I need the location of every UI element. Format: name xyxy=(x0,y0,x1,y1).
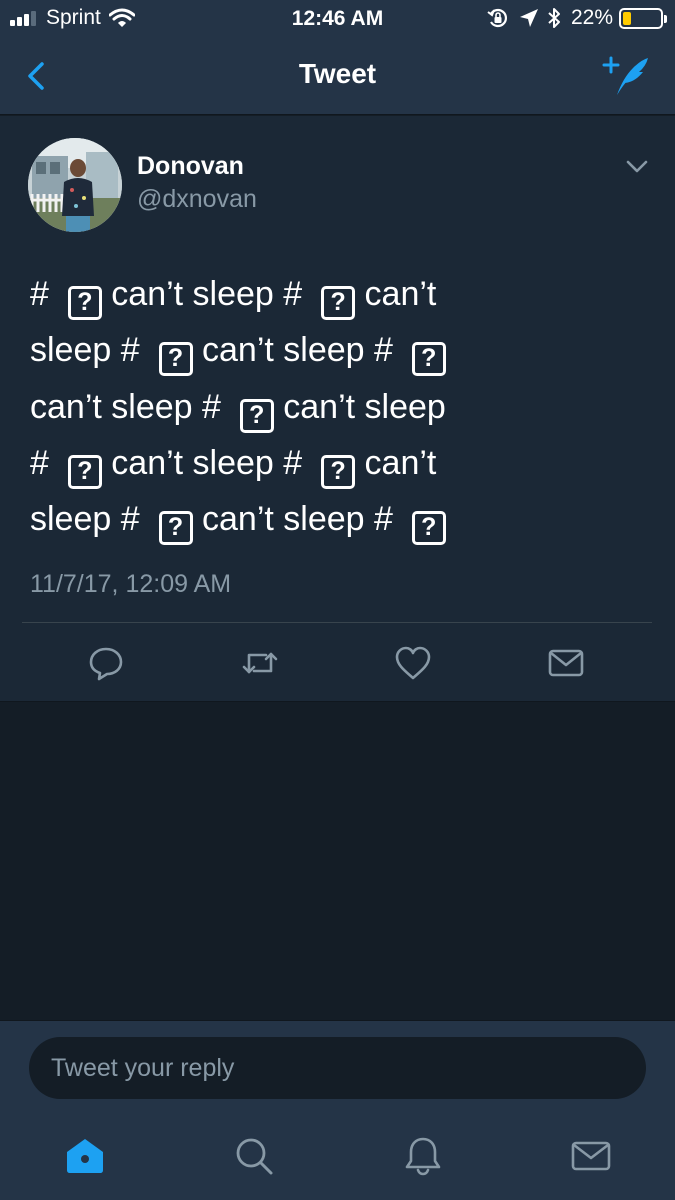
rotation-lock-icon xyxy=(487,8,507,28)
divider xyxy=(22,622,652,623)
tab-search[interactable] xyxy=(232,1134,276,1178)
unknown-glyph-icon: ? xyxy=(411,342,446,377)
share-dm-button[interactable] xyxy=(546,643,586,683)
home-icon xyxy=(67,1139,103,1173)
reply-button[interactable] xyxy=(86,643,126,683)
status-right: 22% xyxy=(487,6,667,30)
unknown-glyph-icon: ? xyxy=(67,454,102,489)
unknown-glyph-icon: ? xyxy=(67,286,102,320)
direct-message-icon xyxy=(548,649,584,677)
tab-home[interactable] xyxy=(63,1134,107,1178)
battery-icon xyxy=(619,7,667,29)
unknown-glyph-icon: ? xyxy=(321,454,356,489)
reply-input[interactable]: Tweet your reply xyxy=(29,1037,646,1099)
battery-percent: 22% xyxy=(570,6,613,29)
nav-bar: Tweet xyxy=(0,38,675,115)
tweet-line: # ? can’t sleep # ? can’t xyxy=(30,435,520,491)
avatar-photo xyxy=(28,138,122,232)
tab-notifications[interactable] xyxy=(401,1134,445,1178)
like-button[interactable] xyxy=(393,643,433,683)
unknown-glyph-icon: ? xyxy=(158,342,193,377)
bluetooth-icon xyxy=(548,8,560,28)
tweet-text: # ? can’t sleep # ? can’t sleep # ? can’… xyxy=(30,266,520,547)
reply-bar: Tweet your reply xyxy=(0,1020,675,1200)
author-name[interactable]: Donovan xyxy=(137,152,244,181)
tweet-timestamp: 11/7/17, 12:09 AM xyxy=(30,570,232,598)
status-bar: Sprint 12:46 AM 22% xyxy=(0,0,675,38)
like-icon xyxy=(395,646,431,680)
compose-button[interactable] xyxy=(601,52,651,98)
unknown-glyph-icon: ? xyxy=(321,286,356,320)
author-handle[interactable]: @dxnovan xyxy=(137,185,257,214)
tweet-line: can’t sleep # ? can’t sleep xyxy=(30,379,520,435)
chevron-down-icon xyxy=(626,160,648,173)
location-icon xyxy=(519,9,538,27)
search-icon xyxy=(236,1138,273,1175)
battery-level xyxy=(623,11,631,25)
tweet-line: sleep # ? can’t sleep # ? xyxy=(30,322,520,378)
unknown-glyph-icon: ? xyxy=(158,511,193,546)
compose-tweet-icon xyxy=(602,56,648,95)
page-title: Tweet xyxy=(298,58,377,89)
retweet-icon xyxy=(242,652,278,674)
tweet-options-button[interactable] xyxy=(624,156,650,176)
tweet-line: sleep # ? can’t sleep # ? xyxy=(30,491,520,547)
reply-icon xyxy=(89,647,123,681)
unknown-glyph-icon: ? xyxy=(411,511,446,546)
tweet-line: # ? can’t sleep # ? can’t xyxy=(30,266,520,322)
retweet-button[interactable] xyxy=(240,643,280,683)
tweet-detail: Donovan @dxnovan # ? can’t sleep # ? can… xyxy=(0,116,675,702)
avatar[interactable] xyxy=(28,138,122,232)
tab-messages[interactable] xyxy=(569,1134,613,1178)
unknown-glyph-icon: ? xyxy=(239,398,274,433)
messages-icon xyxy=(571,1141,611,1171)
notifications-icon xyxy=(405,1137,441,1176)
